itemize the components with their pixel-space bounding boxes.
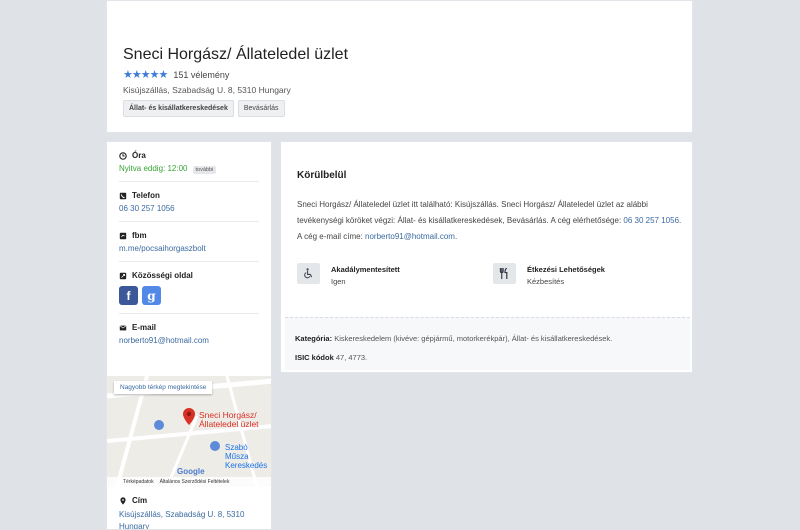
- phone-section: Telefon 06 30 257 1056: [107, 182, 271, 222]
- isic-row: ISIC kódok 47, 4773.: [295, 353, 368, 362]
- about-description: Sneci Horgász/ Állateledel üzlet itt tal…: [297, 200, 682, 241]
- phone-icon: [119, 192, 127, 199]
- more-hours-button[interactable]: további: [192, 166, 217, 174]
- address-section: Cím Kisújszállás, Szabadság U. 8, 5310 Hu…: [107, 487, 271, 529]
- social-label: Közösségi oldal: [132, 271, 193, 280]
- google-icon[interactable]: g: [142, 286, 161, 305]
- address-link[interactable]: Kisújszállás, Szabadság U. 8, 5310 Hungar…: [119, 510, 244, 529]
- category-box: Kategória: Kiskereskedelem (kivéve: gépj…: [285, 317, 690, 370]
- larger-map-button[interactable]: Nagyobb térkép megtekintése: [114, 381, 213, 394]
- about-title: Körülbelül: [297, 170, 347, 181]
- map-pin-icon[interactable]: [183, 408, 195, 425]
- messenger-icon: [119, 232, 127, 239]
- location-pin-icon: [120, 496, 126, 505]
- phone-label: Telefon: [132, 191, 160, 200]
- phone-link[interactable]: 06 30 257 1056: [119, 204, 175, 213]
- feature-accessible: Akadálymentesített Igen: [297, 263, 400, 286]
- review-count[interactable]: 151 vélemény: [173, 70, 229, 80]
- feature-title: Étkezési Lehetőségek: [527, 265, 605, 274]
- open-status: Nyitva eddig: 12:00: [119, 164, 188, 173]
- business-header-card: Sneci Horgász/ Állateledel üzlet ★★★★★ 1…: [106, 0, 693, 133]
- email-section: E-mail norberto91@hotmail.com: [107, 314, 271, 345]
- tag-shopping[interactable]: Bevásárlás: [237, 100, 285, 117]
- map-pin-label: Sneci Horgász/Állateledel üzlet: [199, 410, 259, 430]
- about-card: Körülbelül Sneci Horgász/ Állateledel üz…: [280, 141, 693, 373]
- share-icon: [119, 272, 127, 279]
- tag-animal-shops[interactable]: Állat- és kisállatkereskedések: [123, 100, 234, 117]
- address-label: Cím: [132, 496, 148, 505]
- feature-value: Igen: [331, 277, 346, 286]
- map-embed[interactable]: Nagyobb térkép megtekintése Sneci Horgás…: [107, 376, 271, 487]
- map-footer: Térképadatok Általános Szerződési Feltét…: [107, 477, 271, 487]
- email-link[interactable]: norberto91@hotmail.com: [119, 336, 209, 345]
- map-data-link[interactable]: Térképadatok: [123, 479, 154, 485]
- fbm-label: fbm: [132, 231, 147, 240]
- star-rating-icon: ★★★★★: [123, 69, 168, 81]
- google-logo: Google: [177, 467, 205, 476]
- fbm-link[interactable]: m.me/pocsaihorgaszbolt: [119, 244, 206, 253]
- feature-value: Kézbesítés: [527, 277, 565, 286]
- hours-label: Óra: [132, 151, 146, 160]
- desc-phone-link[interactable]: 06 30 257 1056: [623, 216, 679, 225]
- email-label: E-mail: [132, 323, 157, 332]
- desc-email-link[interactable]: norberto91@hotmail.com: [365, 232, 455, 241]
- business-name: Sneci Horgász/ Állateledel üzlet: [123, 46, 349, 63]
- category-tags: Állat- és kisállatkereskedések Bevásárlá…: [123, 100, 285, 117]
- business-address: Kisújszállás, Szabadság U. 8, 5310 Hunga…: [123, 85, 291, 95]
- envelope-icon: [119, 324, 127, 330]
- wheelchair-icon: [297, 263, 320, 284]
- map-terms-link[interactable]: Általános Szerződési Feltételek: [160, 479, 230, 485]
- fbm-section: fbm m.me/pocsaihorgaszbolt: [107, 222, 271, 262]
- rating-row: ★★★★★ 151 vélemény: [123, 68, 229, 81]
- feature-dining: Étkezési Lehetőségek Kézbesítés: [493, 263, 605, 286]
- hours-section: Óra Nyitva eddig: 12:00 további: [107, 142, 271, 182]
- info-sidebar: Óra Nyitva eddig: 12:00 további Telefon 0…: [106, 141, 272, 530]
- cutlery-icon: [493, 263, 516, 284]
- category-row: Kategória: Kiskereskedelem (kivéve: gépj…: [295, 334, 613, 343]
- social-section: Közösségi oldal f g: [107, 262, 271, 314]
- map-shop-label: Szabó Műsza Kereskedés: [225, 443, 268, 470]
- facebook-icon[interactable]: f: [119, 286, 138, 305]
- feature-title: Akadálymentesített: [331, 265, 400, 274]
- clock-icon: [119, 151, 127, 160]
